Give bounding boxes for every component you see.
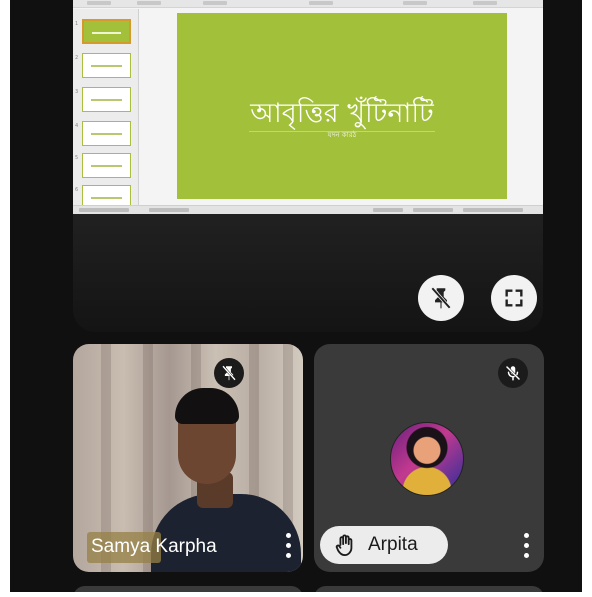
fullscreen-button[interactable] — [491, 275, 537, 321]
name-last: Karpha — [150, 536, 217, 557]
slide-number: 3 — [75, 89, 79, 95]
current-slide: আবৃত্তির খুঁটিনাটি যদন কারঠ — [177, 13, 507, 199]
more-vert-icon[interactable] — [282, 530, 294, 560]
participant-tile-samya[interactable]: Samya Karpha — [73, 344, 303, 572]
slide-thumbnail — [82, 121, 131, 146]
name-first: Samya — [91, 536, 151, 557]
pin-off-icon — [431, 287, 451, 309]
app-statusbar — [73, 205, 543, 214]
unpin-button[interactable] — [418, 275, 464, 321]
participant-name: Arpita — [368, 534, 418, 555]
slide-number: 4 — [75, 123, 79, 129]
mic-off-icon — [505, 365, 521, 381]
pin-off-icon — [222, 365, 236, 381]
slide-thumbnail — [82, 87, 131, 112]
slide-number: 1 — [75, 21, 79, 27]
slide-thumbnail — [82, 53, 131, 78]
avatar — [390, 422, 464, 496]
participant-tile-partial[interactable] — [314, 586, 544, 592]
hand-raised-icon — [335, 534, 353, 556]
participant-tile-arpita[interactable]: Arpita — [314, 344, 544, 572]
slide-number: 5 — [75, 155, 79, 161]
pin-off-badge — [214, 358, 244, 388]
more-vert-icon[interactable] — [520, 530, 532, 560]
raised-hand-chip: Arpita — [320, 526, 448, 564]
participant-tile-partial[interactable] — [73, 586, 303, 592]
slide-number: 6 — [75, 187, 79, 193]
meeting-view: 1 2 3 4 5 6 আবৃত্তির খুঁটিনাটি যদন কারঠ — [10, 0, 582, 592]
presentation-tile[interactable]: 1 2 3 4 5 6 আবৃত্তির খুঁটিনাটি যদন কারঠ — [73, 0, 543, 332]
participant-name: Samya Karpha — [91, 536, 217, 558]
slide-number: 2 — [75, 55, 79, 61]
shared-screen: 1 2 3 4 5 6 আবৃত্তির খুঁটিনাটি যদন কারঠ — [73, 0, 543, 214]
slide-thumbnail — [82, 19, 131, 44]
slide-thumbnail — [82, 153, 131, 178]
slide-thumbnail-list: 1 2 3 4 5 6 — [73, 9, 139, 210]
slide-subtitle: যদন কারঠ — [327, 131, 357, 139]
mic-off-badge — [498, 358, 528, 388]
fullscreen-icon — [505, 289, 523, 307]
app-toolbar — [73, 0, 543, 8]
